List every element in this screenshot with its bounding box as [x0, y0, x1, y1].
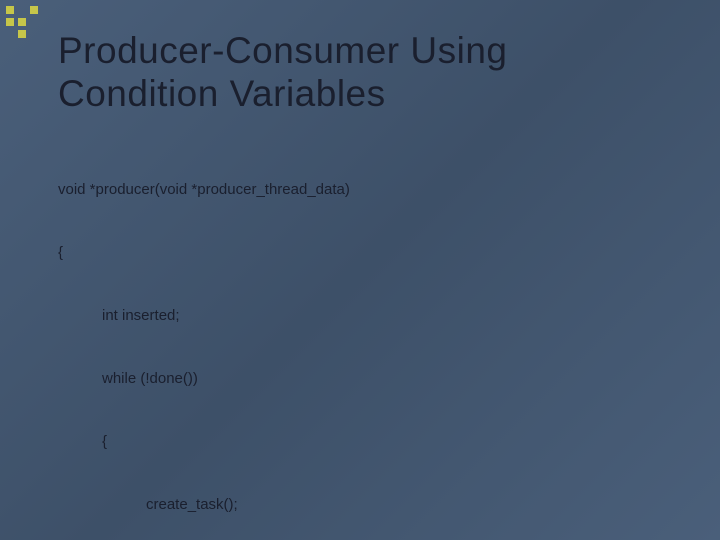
code-line: { — [102, 431, 670, 452]
slide-content: Producer-Consumer Using Condition Variab… — [0, 0, 720, 540]
code-line: { — [58, 242, 670, 263]
slide-title: Producer-Consumer Using Condition Variab… — [58, 30, 670, 115]
corner-decoration — [6, 6, 38, 38]
code-line: int inserted; — [102, 305, 670, 326]
code-line: while (!done()) — [102, 368, 670, 389]
code-line: create_task(); — [146, 494, 670, 515]
code-block: void *producer(void *producer_thread_dat… — [58, 137, 670, 540]
code-line: void *producer(void *producer_thread_dat… — [58, 179, 670, 200]
